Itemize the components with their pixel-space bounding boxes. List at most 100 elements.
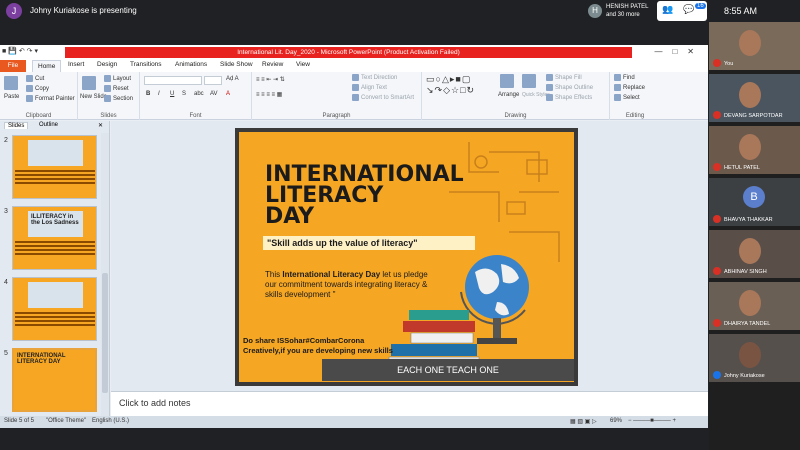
participant-tile[interactable]: DHAIRYA TANDEL bbox=[709, 282, 800, 330]
shape-effects-button[interactable]: Shape Effects bbox=[546, 94, 592, 101]
clipboard-group: Paste Cut Copy Format Painter Clipboard bbox=[0, 72, 78, 120]
shadow-button[interactable]: S bbox=[182, 91, 186, 97]
underline-button[interactable]: U bbox=[170, 91, 174, 97]
slide-thumbnail-2[interactable]: 2 bbox=[0, 135, 110, 201]
tab-view[interactable]: View bbox=[296, 61, 310, 68]
video-feed bbox=[739, 238, 761, 264]
outline-icon bbox=[546, 84, 553, 91]
participant-tile[interactable]: You bbox=[709, 22, 800, 70]
video-feed bbox=[739, 342, 761, 368]
layout-button[interactable]: Layout bbox=[104, 75, 131, 82]
tab-design[interactable]: Design bbox=[97, 61, 117, 68]
tab-animations[interactable]: Animations bbox=[175, 61, 207, 68]
reset-button[interactable]: Reset bbox=[104, 85, 129, 92]
text-direction-button[interactable]: Text Direction bbox=[352, 74, 397, 81]
people-icon[interactable]: 👥 bbox=[662, 4, 673, 15]
view-buttons[interactable]: ▦ ▧ ▣ ▷ bbox=[570, 418, 597, 425]
zoom-level: 69% bbox=[610, 418, 623, 424]
arrange-button[interactable] bbox=[500, 74, 516, 88]
zoom-slider[interactable]: − ────■──── + bbox=[628, 418, 676, 424]
slide-title: INTERNATIONAL LITERACY DAY bbox=[265, 162, 464, 228]
paragraph-label: Paragraph bbox=[322, 113, 351, 119]
editing-label: Editing bbox=[625, 113, 645, 119]
paragraph-group: ≡ ≡ ⇤ ⇥ ⇅ ≡ ≡ ≡ ≡ ▦ Text Direction Align… bbox=[252, 72, 422, 120]
tab-insert[interactable]: Insert bbox=[68, 61, 84, 68]
replace-button[interactable]: Replace bbox=[614, 84, 645, 91]
mic-off-icon bbox=[713, 163, 721, 171]
slide-canvas: INTERNATIONAL LITERACY DAY "Skill adds u… bbox=[239, 132, 574, 382]
clock: 8:55 AM bbox=[724, 6, 757, 16]
participant-tile[interactable]: HETUL PATEL bbox=[709, 126, 800, 174]
italic-button[interactable]: I bbox=[158, 91, 160, 97]
align-icons[interactable]: ≡ ≡ ≡ ≡ ▦ bbox=[256, 91, 282, 98]
font-color-button[interactable]: A bbox=[226, 91, 230, 97]
char-spacing-button[interactable]: AV bbox=[210, 91, 218, 97]
slide-thumbnail-3[interactable]: 3 ILLITERACY in the Los Sadness bbox=[0, 206, 110, 272]
mic-off-icon bbox=[713, 215, 721, 223]
strikethrough-button[interactable]: abc bbox=[194, 91, 204, 97]
notes-pane[interactable]: Click to add notes bbox=[111, 391, 708, 416]
brush-icon bbox=[26, 95, 33, 102]
align-text-button[interactable]: Align Text bbox=[352, 84, 387, 91]
copy-button[interactable]: Copy bbox=[26, 85, 49, 92]
mic-off-icon bbox=[713, 319, 721, 327]
shape-outline-button[interactable]: Shape Outline bbox=[546, 84, 593, 91]
video-feed bbox=[739, 30, 761, 56]
grow-font-icon[interactable]: Aḍ A bbox=[226, 76, 239, 82]
section-button[interactable]: Section bbox=[104, 95, 133, 102]
participant-tile[interactable]: ABHINAV SINGH bbox=[709, 230, 800, 278]
participant-tile[interactable]: B BHAVYA THAKKAR bbox=[709, 178, 800, 226]
window-controls[interactable]: —□✕ bbox=[654, 47, 704, 56]
close-icon[interactable]: ✕ bbox=[95, 122, 106, 129]
slide-thumbnail-4[interactable]: 4 bbox=[0, 277, 110, 343]
quick-access-toolbar[interactable]: ■ 💾 ↶ ↷ ▾ bbox=[2, 47, 38, 55]
bullets-icon[interactable]: ≡ ≡ ⇤ ⇥ ⇅ bbox=[256, 76, 285, 83]
cut-button[interactable]: Cut bbox=[26, 75, 44, 82]
tab-outline-pane[interactable]: Outline bbox=[36, 122, 61, 128]
tab-review[interactable]: Review bbox=[262, 61, 283, 68]
chat-icon[interactable]: 💬 bbox=[683, 4, 694, 15]
thumb-title: ILLITERACY in the Los Sadness bbox=[31, 214, 79, 226]
font-name-select[interactable] bbox=[144, 76, 202, 85]
find-button[interactable]: Find bbox=[614, 74, 635, 81]
bold-button[interactable]: B bbox=[146, 91, 150, 97]
tab-slide-show[interactable]: Slide Show bbox=[220, 61, 253, 68]
participant-tile[interactable]: DEVANG SARPOTDAR bbox=[709, 74, 800, 122]
slides-group: New Slide Layout Reset Section Slides bbox=[78, 72, 140, 120]
font-size-select[interactable] bbox=[204, 76, 222, 85]
format-painter-button[interactable]: Format Painter bbox=[26, 95, 75, 102]
editing-group: Find Replace Select Editing bbox=[610, 72, 660, 120]
shapes-gallery[interactable]: ▭○△▸■▢ ↘↷◇☆□↻ bbox=[426, 74, 475, 96]
thumb-image bbox=[12, 135, 97, 199]
replace-icon bbox=[614, 84, 621, 91]
title-line: INTERNATIONAL bbox=[265, 162, 464, 187]
presenting-label: Johny Kuriakose is presenting bbox=[30, 6, 137, 15]
tab-slides-pane[interactable]: Slides bbox=[4, 122, 29, 129]
pane-tabs: Slides Outline ✕ bbox=[0, 121, 110, 132]
ppt-title-bar: ■ 💾 ↶ ↷ ▾ International Lit. Day_2020 - … bbox=[0, 45, 708, 60]
current-slide[interactable]: INTERNATIONAL LITERACY DAY "Skill adds u… bbox=[235, 128, 578, 386]
shape-fill-button[interactable]: Shape Fill bbox=[546, 74, 582, 81]
thumb-image-selected: INTERNATIONAL LITERACY DAY bbox=[12, 348, 97, 412]
tab-transitions[interactable]: Transitions bbox=[130, 61, 162, 68]
participants-chip[interactable]: H HENISH PATEL and 30 more bbox=[586, 2, 656, 20]
chat-count-badge: 16 bbox=[695, 3, 706, 9]
status-bar: Slide 5 of 5 "Office Theme" English (U.S… bbox=[0, 416, 708, 428]
effects-icon bbox=[546, 94, 553, 101]
slide-thumbnail-5[interactable]: 5 INTERNATIONAL LITERACY DAY bbox=[0, 348, 110, 414]
tab-file[interactable]: File bbox=[0, 60, 26, 72]
participant-tile[interactable]: Johny Kuriakose bbox=[709, 334, 800, 382]
paste-icon bbox=[4, 76, 18, 90]
thumb-number: 2 bbox=[4, 137, 8, 144]
slides-scrollbar[interactable] bbox=[101, 133, 109, 416]
thumb-number: 4 bbox=[4, 279, 8, 286]
quick-styles-button[interactable] bbox=[522, 74, 538, 88]
new-slide-button[interactable] bbox=[82, 76, 98, 90]
paste-button[interactable] bbox=[4, 76, 20, 90]
pledge-prefix: This bbox=[265, 270, 283, 279]
select-button[interactable]: Select bbox=[614, 94, 640, 101]
participant-tile-name: HETUL PATEL bbox=[724, 165, 760, 171]
tab-home[interactable]: Home bbox=[32, 60, 62, 72]
arrange-icon bbox=[500, 74, 514, 88]
convert-smartart-button[interactable]: Convert to SmartArt bbox=[352, 94, 414, 101]
